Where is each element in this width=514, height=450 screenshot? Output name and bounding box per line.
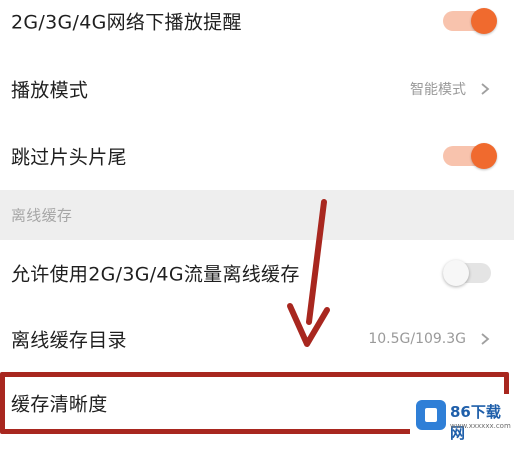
- allow-mobile-data-cache-toggle[interactable]: [443, 260, 497, 286]
- play-mode-label: 播放模式: [11, 79, 89, 102]
- offline-cache-directory-value: 10.5G/109.3G: [368, 331, 466, 347]
- play-mode-value: 智能模式: [410, 82, 466, 98]
- section-header-label: 离线缓存: [11, 206, 73, 225]
- section-header-offline-cache: 离线缓存: [0, 190, 514, 240]
- allow-mobile-data-cache-label: 允许使用2G/3G/4G流量离线缓存: [11, 263, 300, 286]
- watermark-subtitle: www.xxxxxx.com: [450, 422, 511, 430]
- row-skip-intro-outro[interactable]: 跳过片头片尾: [0, 123, 514, 189]
- network-play-reminder-toggle[interactable]: [443, 8, 497, 34]
- skip-intro-outro-toggle[interactable]: [443, 143, 497, 169]
- watermark: 86下载网 www.xxxxxx.com: [410, 394, 514, 442]
- row-offline-cache-directory[interactable]: 离线缓存目录 10.5G/109.3G: [0, 306, 514, 372]
- chevron-right-icon: [481, 83, 490, 95]
- row-network-play-reminder[interactable]: 2G/3G/4G网络下播放提醒: [0, 0, 514, 54]
- watermark-logo-icon: [416, 400, 446, 430]
- row-play-mode[interactable]: 播放模式 智能模式: [0, 56, 514, 122]
- chevron-right-icon: [481, 333, 490, 345]
- cache-quality-label: 缓存清晰度: [11, 393, 108, 416]
- skip-intro-outro-label: 跳过片头片尾: [11, 146, 127, 169]
- network-play-reminder-label: 2G/3G/4G网络下播放提醒: [11, 11, 242, 34]
- offline-cache-directory-label: 离线缓存目录: [11, 329, 127, 352]
- row-allow-mobile-data-cache[interactable]: 允许使用2G/3G/4G流量离线缓存: [0, 240, 514, 306]
